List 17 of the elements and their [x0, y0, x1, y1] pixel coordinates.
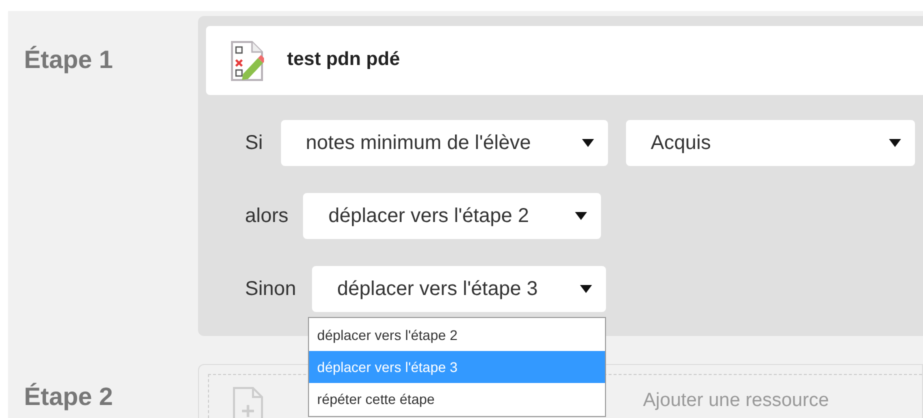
add-resource-text: Ajouter une ressource: [643, 389, 829, 413]
dropdown-select[interactable]: notes minimum de l'élève: [280, 120, 608, 166]
step-label: Étape 1: [24, 46, 113, 74]
dropdown-select[interactable]: déplacer vers l'étape 3: [312, 266, 606, 312]
condition-label: alors: [245, 204, 288, 229]
condition-label: Si: [245, 131, 263, 156]
add-file-icon: [233, 387, 263, 418]
caret-down-icon: [575, 212, 588, 220]
caret-down-icon: [582, 139, 594, 147]
condition-label: Sinon: [245, 277, 296, 302]
caret-down-icon: [888, 139, 901, 147]
checklist-pencil-icon: [230, 40, 264, 82]
resource-title[interactable]: test pdn pdé: [287, 46, 400, 75]
caret-down-icon: [580, 285, 592, 293]
dropdown-select[interactable]: déplacer vers l'étape 2: [303, 193, 602, 239]
dropdown-select[interactable]: Acquis: [626, 120, 915, 166]
step-label: Étape 2: [24, 383, 113, 411]
